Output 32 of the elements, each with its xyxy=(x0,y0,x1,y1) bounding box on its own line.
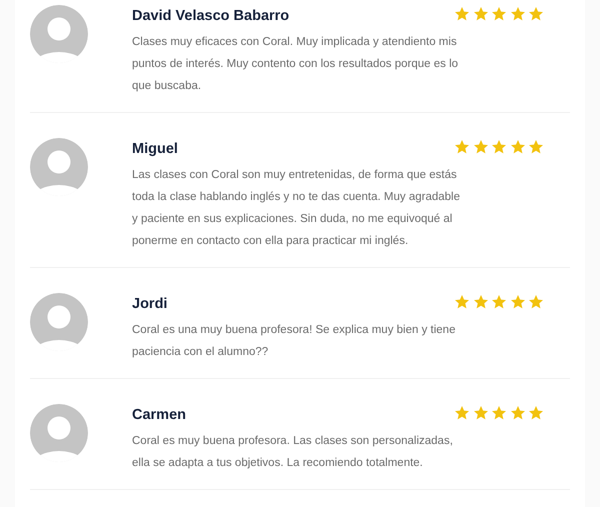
star-icon xyxy=(491,405,507,421)
star-icon xyxy=(528,294,544,310)
reviewer-name: David Velasco Babarro xyxy=(132,7,290,26)
star-icon xyxy=(528,6,544,22)
star-icon xyxy=(528,405,544,421)
reviewer-name: Jordi xyxy=(132,295,168,314)
star-icon xyxy=(510,6,526,22)
star-icon xyxy=(491,294,507,310)
star-icon xyxy=(528,139,544,155)
star-icon xyxy=(472,294,488,310)
avatar-icon xyxy=(30,293,88,351)
review-text: Coral es muy buena profesora. Las clases son personalizadas, ella se adapta a tus objetivos. La recomiendo totalmente. xyxy=(132,434,454,471)
star-icon xyxy=(454,6,470,22)
review-text: Coral es una muy buena profesora! Se explica muy bien y tiene paciencia con el alumno?? xyxy=(132,323,456,360)
star-icon xyxy=(454,139,470,155)
review-text: Clases muy eficaces con Coral. Muy implicada y atendiento mis puntos de interés. Muy contento con los resultados porque es lo que buscaba. xyxy=(132,35,460,94)
avatar-icon xyxy=(30,5,88,63)
star-icon xyxy=(472,139,488,155)
avatar-icon xyxy=(30,404,88,462)
avatar-icon xyxy=(30,138,88,196)
review-text: Las clases con Coral son muy entretenidas, de forma que estás toda la clase hablando inglés y no te das cuenta. Muy agradable y paciente en sus explicaciones. Sin duda, no me equivoqué al ponerme en contacto con ella para practicar mi inglés. xyxy=(132,168,460,249)
star-icon xyxy=(491,6,507,22)
star-icon xyxy=(454,294,470,310)
star-icon xyxy=(510,139,526,155)
star-icon xyxy=(510,294,526,310)
star-icon xyxy=(510,405,526,421)
star-icon xyxy=(472,6,488,22)
reviewer-name: Miguel xyxy=(132,140,179,159)
star-icon xyxy=(454,405,470,421)
reviewer-name: Carmen xyxy=(132,406,187,425)
star-icon xyxy=(472,405,488,421)
star-icon xyxy=(491,139,507,155)
